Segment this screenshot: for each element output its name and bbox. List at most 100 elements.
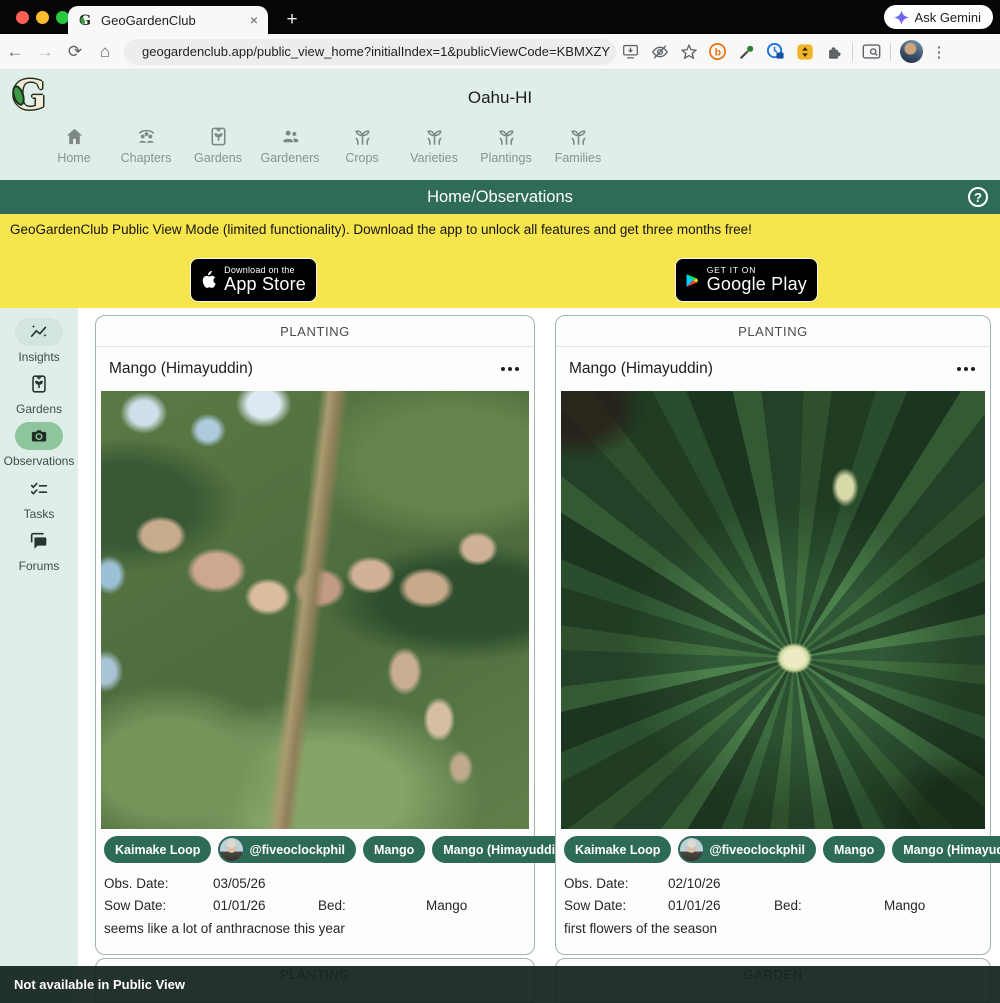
banner-message: GeoGardenClub Public View Mode (limited … — [10, 222, 752, 237]
tab-chapters[interactable]: Chapters — [110, 125, 182, 177]
back-icon[interactable]: ← — [0, 42, 30, 62]
public-view-banner: GeoGardenClub Public View Mode (limited … — [0, 214, 1000, 308]
gardener-chip[interactable]: @fiveoclockphil — [678, 836, 816, 863]
sprout-icon — [351, 125, 374, 148]
gardener-chip[interactable]: @fiveoclockphil — [218, 836, 356, 863]
browser-tab[interactable]: G GeoGardenClub × — [68, 6, 268, 34]
sidebar-item-forums[interactable]: Forums — [0, 527, 78, 573]
tab-close-icon[interactable]: × — [250, 12, 258, 28]
garden-chip[interactable]: Kaimake Loop — [564, 836, 671, 863]
browser-toolbar: ← → ⟳ ⌂ geogardenclub.app/public_view_ho… — [0, 34, 1000, 70]
crop-chip[interactable]: Mango — [363, 836, 425, 863]
bed-value: Mango — [884, 898, 925, 913]
sidebar-item-insights[interactable]: Insights — [0, 318, 78, 364]
address-bar[interactable]: geogardenclub.app/public_view_home?initi… — [124, 39, 616, 65]
gardener-avatar — [680, 838, 703, 861]
browser-menu-icon[interactable]: ⋮ — [928, 43, 950, 61]
side-search-icon[interactable] — [857, 40, 886, 64]
camera-icon — [28, 425, 50, 447]
bookmark-star-icon[interactable] — [674, 40, 703, 64]
sidebar-item-gardens[interactable]: Gardens — [0, 370, 78, 416]
tab-crops[interactable]: Crops — [326, 125, 398, 177]
planting-title: Mango (Himayuddin) — [569, 360, 955, 378]
help-icon[interactable]: ? — [968, 187, 988, 207]
svg-text:b: b — [715, 47, 721, 58]
gardener-avatar — [220, 838, 243, 861]
updown-extension-icon[interactable] — [790, 40, 819, 64]
sow-date-value: 01/01/26 — [668, 898, 721, 913]
apple-icon — [201, 267, 216, 293]
sow-date-value: 01/01/26 — [213, 898, 266, 913]
profile-avatar[interactable] — [900, 40, 923, 63]
more-menu-icon[interactable] — [955, 363, 977, 375]
sidebar-item-observations[interactable]: Observations — [0, 422, 78, 468]
page-title-bar: Home/Observations ? — [0, 180, 1000, 214]
app-store-badge[interactable]: Download on the App Store — [190, 258, 317, 302]
obs-date-label: Obs. Date: — [564, 876, 629, 891]
planting-title: Mango (Himayuddin) — [109, 360, 499, 378]
google-play-badge[interactable]: GET IT ON Google Play — [675, 258, 818, 302]
tab-varieties[interactable]: Varieties — [398, 125, 470, 177]
sow-date-label: Sow Date: — [104, 898, 166, 913]
bed-label: Bed: — [318, 898, 346, 913]
clock-lock-extension-icon[interactable] — [761, 40, 790, 64]
crop-chip[interactable]: Mango — [823, 836, 885, 863]
sidebar: Insights Gardens Observations — [0, 308, 78, 1003]
geogardenclub-favicon-icon: G — [78, 13, 93, 28]
more-menu-icon[interactable] — [499, 363, 521, 375]
observation-note: first flowers of the season — [564, 921, 717, 936]
home-icon — [63, 125, 86, 148]
tab-gardeners[interactable]: Gardeners — [254, 125, 326, 177]
sidebar-item-tasks[interactable]: Tasks — [0, 475, 78, 521]
obs-date-value: 02/10/26 — [668, 876, 721, 891]
forums-icon — [28, 530, 50, 552]
observation-photo[interactable] — [561, 391, 985, 829]
main-nav: Home Chapters Gardens — [38, 125, 614, 177]
selected-pill — [15, 422, 63, 450]
tab-home[interactable]: Home — [38, 125, 110, 177]
close-window-button[interactable] — [16, 11, 29, 24]
page-title: Home/Observations — [0, 188, 1000, 207]
extension-b-icon[interactable]: b — [703, 40, 732, 64]
obs-date-label: Obs. Date: — [104, 876, 169, 891]
garden-chip[interactable]: Kaimake Loop — [104, 836, 211, 863]
toolbar-divider — [852, 43, 853, 61]
sow-date-label: Sow Date: — [564, 898, 626, 913]
seed-packet-icon — [28, 373, 50, 395]
chapters-icon — [135, 125, 158, 148]
card-type-label: PLANTING — [96, 316, 534, 347]
obs-date-value: 03/05/26 — [213, 876, 266, 891]
observation-card: PLANTING Mango (Himayuddin) Kaimake Loop… — [555, 315, 991, 955]
observation-card: PLANTING Mango (Himayuddin) Kaimake Loop… — [95, 315, 535, 955]
chapter-title: Oahu-HI — [0, 88, 1000, 108]
observation-note: seems like a lot of anthracnose this yea… — [104, 921, 345, 936]
tab-gardens[interactable]: Gardens — [182, 125, 254, 177]
card-type-label: PLANTING — [556, 316, 990, 347]
screen: G GeoGardenClub × + Ask Gemini ← → ⟳ ⌂ — [0, 0, 1000, 1003]
snackbar: Not available in Public View — [0, 966, 1000, 1003]
tasks-icon — [28, 478, 50, 500]
new-tab-button[interactable]: + — [278, 6, 306, 34]
app-header: G Oahu-HI Home Chapters — [0, 70, 1000, 180]
gemini-star-icon — [894, 10, 909, 25]
google-play-icon — [686, 268, 699, 293]
tab-title: GeoGardenClub — [101, 13, 250, 28]
tab-plantings[interactable]: Plantings — [470, 125, 542, 177]
browser-titlebar: G GeoGardenClub × + Ask Gemini — [0, 0, 1000, 34]
extensions-puzzle-icon[interactable] — [819, 40, 848, 64]
variety-chip[interactable]: Mango (Himayuddin) — [892, 836, 1000, 863]
ask-gemini-button[interactable]: Ask Gemini — [884, 5, 993, 29]
reload-icon[interactable]: ⟳ — [60, 42, 90, 62]
toolbar-divider — [890, 43, 891, 61]
install-app-icon[interactable] — [616, 40, 645, 64]
tab-families[interactable]: Families — [542, 125, 614, 177]
home-toolbar-icon[interactable]: ⌂ — [90, 42, 120, 62]
eyedropper-icon[interactable] — [732, 40, 761, 64]
forward-icon[interactable]: → — [30, 42, 60, 62]
minimize-window-button[interactable] — [36, 11, 49, 24]
observation-photo[interactable] — [101, 391, 529, 829]
hide-eye-icon[interactable] — [645, 40, 674, 64]
bed-value: Mango — [426, 898, 467, 913]
main-content: Insights Gardens Observations — [0, 308, 1000, 1003]
url-text[interactable]: geogardenclub.app/public_view_home?initi… — [142, 44, 610, 59]
